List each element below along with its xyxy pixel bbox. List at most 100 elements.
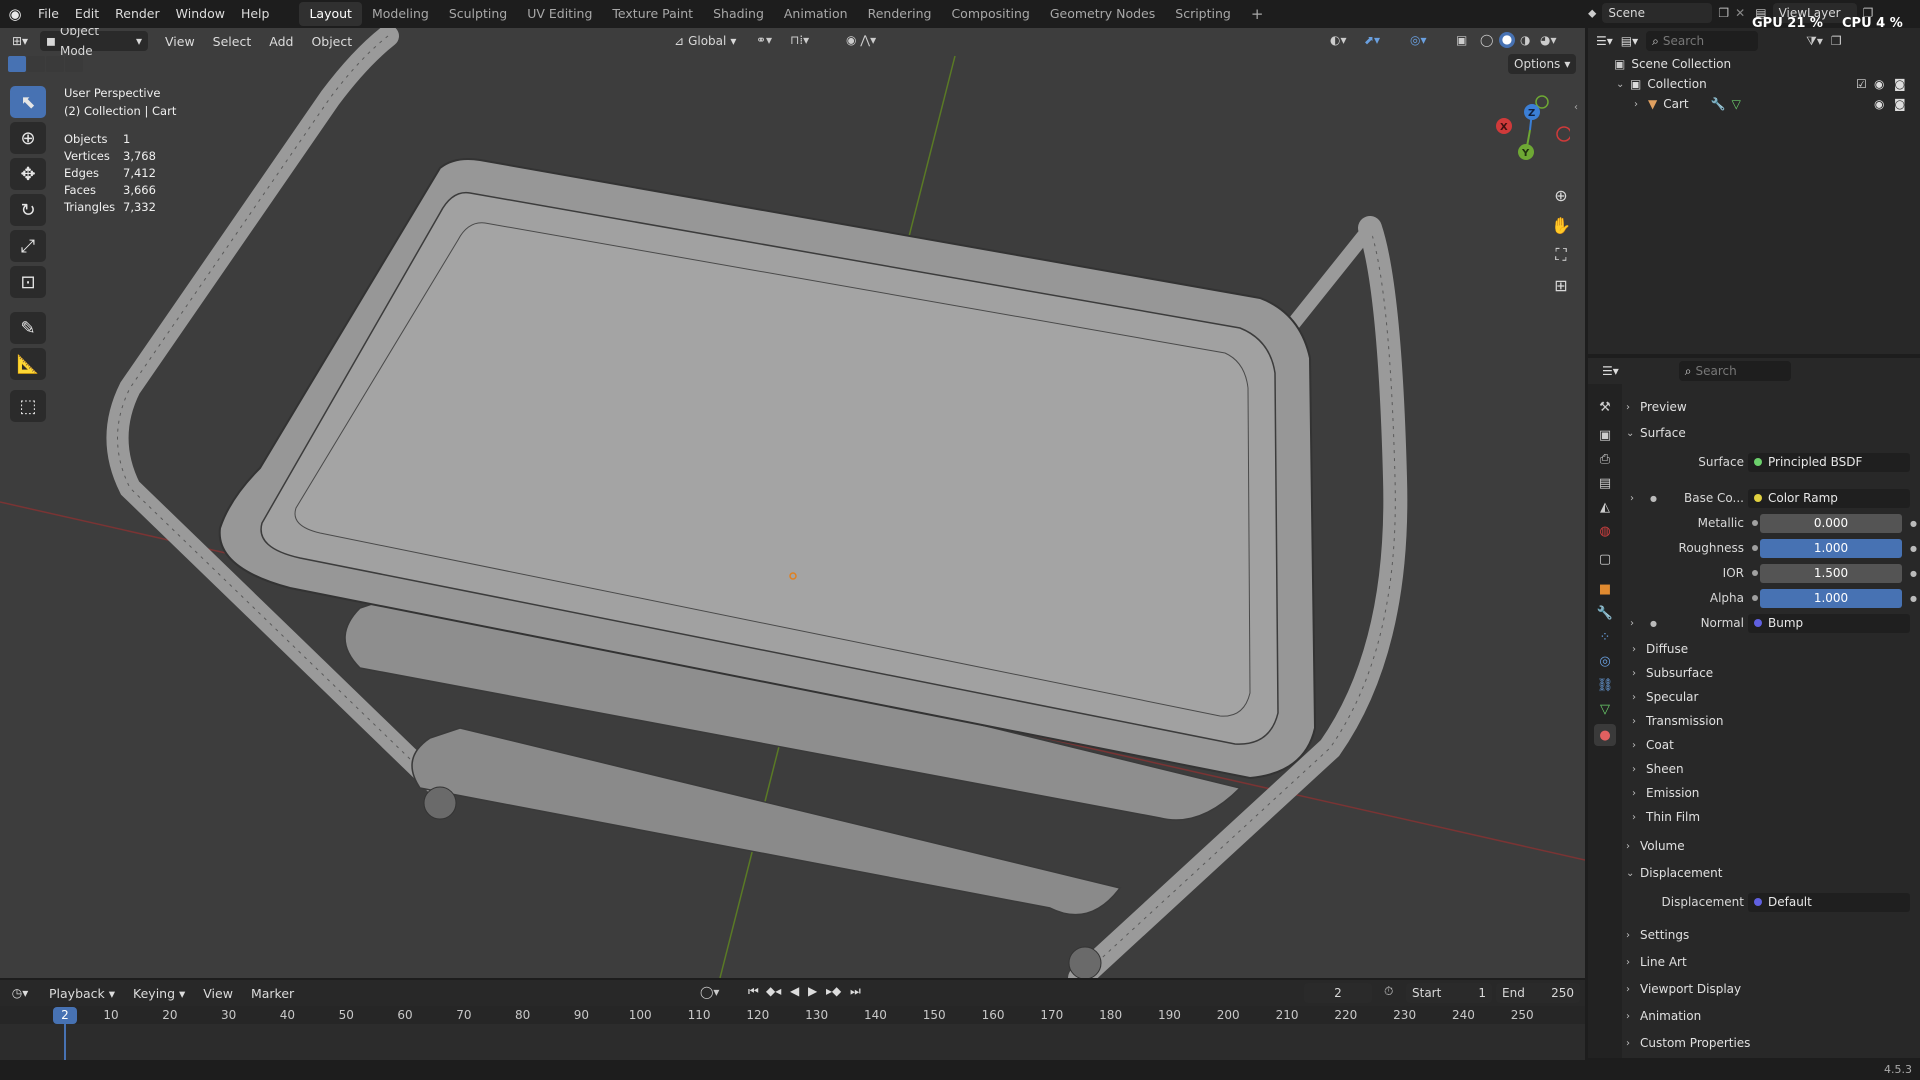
displacement-field[interactable]: Default <box>1748 892 1910 912</box>
alpha-slider[interactable]: 1.000 <box>1760 588 1902 608</box>
outliner-scene-collection[interactable]: ▣ Scene Collection <box>1588 54 1920 74</box>
object-tab-icon[interactable]: ■ <box>1594 578 1616 600</box>
chevron-right-icon[interactable]: › <box>1630 618 1634 629</box>
subsection-coat[interactable]: › Coat <box>1632 734 1916 756</box>
subsection-specular[interactable]: › Specular <box>1632 686 1916 708</box>
section-animation[interactable]: › Animation <box>1626 1005 1910 1027</box>
editor-type-icon[interactable]: ◷▾ <box>0 986 40 1000</box>
select-box-tool[interactable]: ⬉ <box>10 86 46 118</box>
new-scene-icon[interactable]: ❐ <box>1718 6 1729 20</box>
new-collection-icon[interactable]: ❐ <box>1831 34 1842 48</box>
navigation-gizmo[interactable]: Z X Y <box>1490 90 1570 170</box>
tab-rendering[interactable]: Rendering <box>858 2 942 26</box>
camera-icon[interactable]: ◙ <box>1894 77 1906 91</box>
filter-icon[interactable]: ⧩▾ <box>1806 34 1823 49</box>
editor-type-icon[interactable]: ⊞▾ <box>0 34 40 48</box>
world-tab-icon[interactable]: ◍ <box>1594 520 1616 542</box>
tool-tab-icon[interactable]: ⚒ <box>1594 396 1616 418</box>
auto-keying-icon[interactable]: ◯▾ <box>700 985 719 999</box>
menu-window[interactable]: Window <box>168 0 233 28</box>
play-icon[interactable]: ▶ <box>808 984 817 998</box>
frame-cursor[interactable]: 2 <box>53 1007 77 1024</box>
outliner-search-input[interactable]: ⌕ Search <box>1646 31 1759 51</box>
tab-animation[interactable]: Animation <box>774 2 858 26</box>
section-line-art[interactable]: › Line Art <box>1626 951 1910 973</box>
chevron-right-icon[interactable]: › <box>1634 99 1648 110</box>
select-extend-icon[interactable] <box>27 56 45 72</box>
tab-uv-editing[interactable]: UV Editing <box>517 2 602 26</box>
vp-menu-select[interactable]: Select <box>204 34 261 49</box>
scene-selector[interactable]: Scene <box>1602 3 1713 23</box>
mesh-data-icon[interactable]: ▽ <box>1732 97 1741 111</box>
visibility-icon[interactable]: ◐▾ <box>1330 33 1347 47</box>
transform-tool[interactable]: ⊡ <box>10 266 46 298</box>
scale-tool[interactable]: ⤢ <box>10 230 46 262</box>
start-frame-field[interactable]: Start 1 <box>1406 983 1492 1003</box>
subsection-transmission[interactable]: › Transmission <box>1632 710 1916 732</box>
constraints-tab-icon[interactable]: ⛓ <box>1594 674 1616 696</box>
editor-type-icon[interactable]: ☰▾ <box>1602 364 1619 378</box>
play-reverse-icon[interactable]: ◀ <box>790 984 799 998</box>
menu-edit[interactable]: Edit <box>67 0 107 28</box>
vp-menu-view[interactable]: View <box>156 34 204 49</box>
material-tab-icon[interactable]: ● <box>1594 724 1616 746</box>
metallic-slider[interactable]: 0.000 <box>1760 513 1902 533</box>
checkbox-icon[interactable]: ☑ <box>1856 77 1867 91</box>
view-layer-tab-icon[interactable]: ▤ <box>1594 472 1616 494</box>
end-frame-field[interactable]: End 250 <box>1496 983 1580 1003</box>
roughness-slider[interactable]: 1.000 <box>1760 538 1902 558</box>
playback-menu[interactable]: Playback ▾ <box>40 986 124 1001</box>
3d-viewport[interactable]: ⊞▾ ◼ Object Mode ▾ View Select Add Object … <box>0 28 1585 978</box>
keying-menu[interactable]: Keying ▾ <box>124 986 194 1001</box>
properties-search-input[interactable]: ⌕ Search <box>1678 361 1791 381</box>
section-surface[interactable]: ⌄ Surface <box>1626 422 1910 444</box>
select-subtract-icon[interactable] <box>46 56 64 72</box>
proportional-edit-icon[interactable]: ◉ ⋀▾ <box>846 33 876 47</box>
section-viewport-display[interactable]: › Viewport Display <box>1626 978 1910 1000</box>
gizmo-toggle-icon[interactable]: ⬈▾ <box>1364 33 1380 47</box>
select-intersect-icon[interactable] <box>65 56 83 72</box>
ior-slider[interactable]: 1.500 <box>1760 563 1902 583</box>
tab-shading[interactable]: Shading <box>703 2 774 26</box>
timeline-view-menu[interactable]: View <box>194 986 242 1001</box>
shading-solid-icon[interactable]: ● <box>1499 32 1515 48</box>
measure-tool[interactable]: 📐 <box>10 348 46 380</box>
eye-icon[interactable]: ◉ <box>1874 97 1884 111</box>
transform-orientation[interactable]: ⊿ Global ▾ <box>668 31 742 51</box>
pivot-icon[interactable]: ⚭▾ <box>756 33 772 47</box>
subsection-sheen[interactable]: › Sheen <box>1632 758 1916 780</box>
menu-file[interactable]: File <box>30 0 67 28</box>
collection-tab-icon[interactable]: ▢ <box>1594 548 1616 570</box>
tab-modeling[interactable]: Modeling <box>362 2 439 26</box>
add-workspace-button[interactable]: + <box>1241 2 1274 26</box>
cursor-tool[interactable]: ⊕ <box>10 122 46 154</box>
shading-rendered-icon[interactable]: ◕▾ <box>1540 33 1557 47</box>
section-settings[interactable]: › Settings <box>1626 924 1910 946</box>
particles-tab-icon[interactable]: ⁘ <box>1594 626 1616 648</box>
subsection-diffuse[interactable]: › Diffuse <box>1632 638 1916 660</box>
camera-icon[interactable]: ◙ <box>1894 97 1906 111</box>
tab-scripting[interactable]: Scripting <box>1165 2 1241 26</box>
output-tab-icon[interactable]: ⎙ <box>1594 448 1616 470</box>
camera-view-icon[interactable]: ⛶ <box>1548 242 1574 268</box>
snap-icon[interactable]: ⊓⁞▾ <box>790 33 809 47</box>
editor-type-icon[interactable]: ☰▾ <box>1596 34 1613 48</box>
base-color-field[interactable]: Color Ramp <box>1748 488 1910 508</box>
annotate-tool[interactable]: ✎ <box>10 312 46 344</box>
modifier-tab-icon[interactable]: 🔧 <box>1594 602 1616 624</box>
surface-shader-field[interactable]: Principled BSDF <box>1748 452 1910 472</box>
next-keyframe-icon[interactable]: ▸◆ <box>826 984 841 998</box>
tab-texture-paint[interactable]: Texture Paint <box>602 2 703 26</box>
marker-menu[interactable]: Marker <box>242 986 303 1001</box>
stopwatch-icon[interactable]: ⏱ <box>1384 984 1393 999</box>
display-mode-icon[interactable]: ▤▾ <box>1621 34 1638 48</box>
eye-icon[interactable]: ◉ <box>1874 77 1884 91</box>
zoom-icon[interactable]: ⊕ <box>1548 182 1574 208</box>
outliner-collection[interactable]: ⌄ ▣ Collection ☑ ◉ ◙ <box>1588 74 1920 94</box>
perspective-grid-icon[interactable]: ⊞ <box>1548 272 1574 298</box>
tab-sculpting[interactable]: Sculpting <box>439 2 517 26</box>
prev-keyframe-icon[interactable]: ◆◂ <box>766 984 781 998</box>
close-scene-icon[interactable]: ✕ <box>1735 6 1745 20</box>
current-frame-field[interactable]: 2 <box>1304 983 1372 1003</box>
subsection-emission[interactable]: › Emission <box>1632 782 1916 804</box>
